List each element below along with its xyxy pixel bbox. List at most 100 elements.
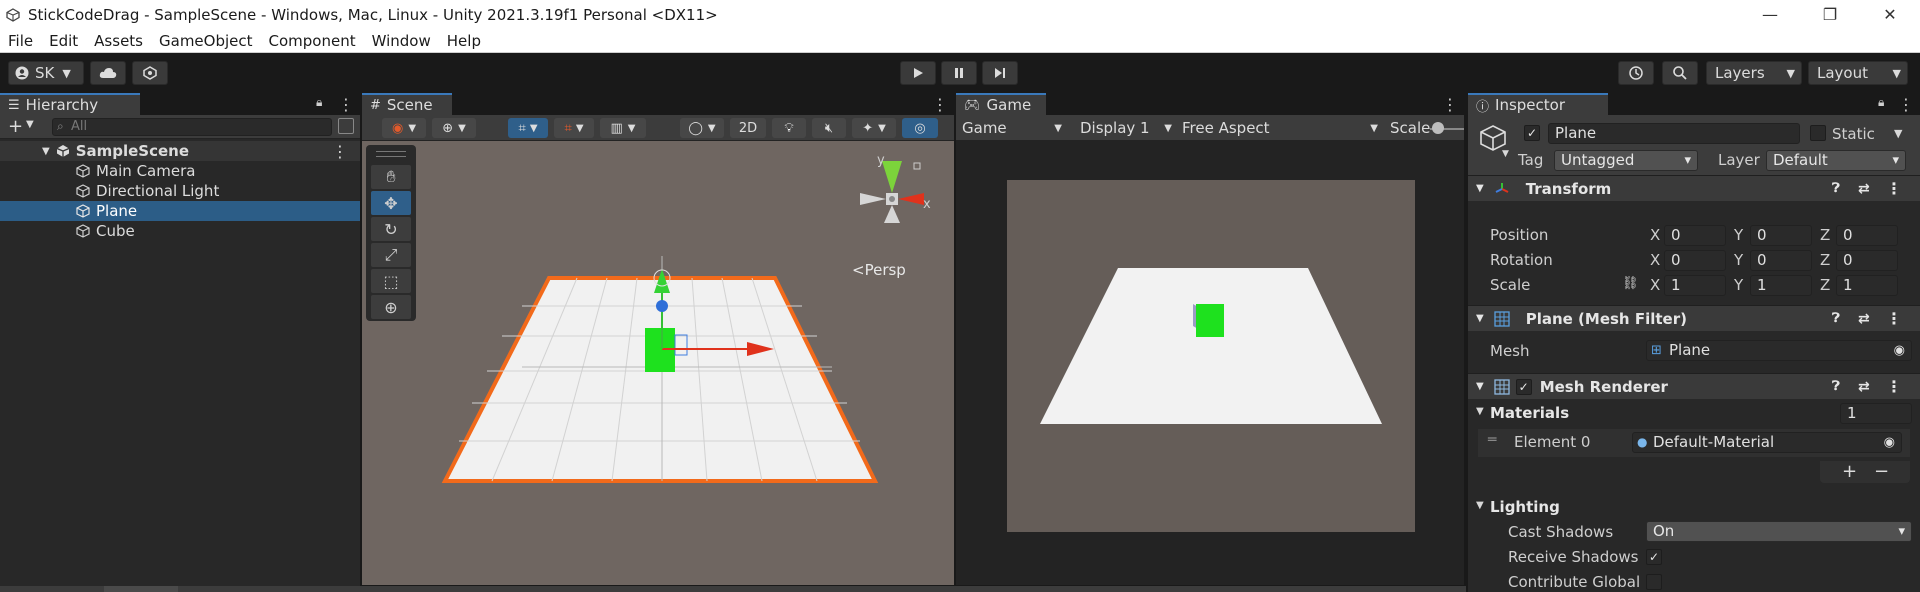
list-item[interactable]: Cube (0, 221, 360, 241)
grid-snap-toggle[interactable]: ⌗ ▼ (508, 118, 548, 138)
scene-search-icon[interactable] (338, 118, 354, 134)
preset-icon[interactable]: ⇄ (1858, 379, 1870, 395)
search-button[interactable] (1662, 61, 1698, 85)
audio-toggle[interactable]: 🔇︎ (812, 118, 846, 138)
pause-button[interactable] (941, 61, 977, 85)
materials-count-field[interactable]: 1 (1840, 403, 1912, 424)
list-item[interactable]: Main Camera (0, 161, 360, 181)
scale-tool-button[interactable]: ⤢ (371, 243, 411, 267)
object-name-field[interactable]: Plane (1548, 123, 1800, 144)
chevron-down-icon[interactable]: ▼ (1476, 381, 1484, 392)
chevron-down-icon[interactable]: ▼ (42, 146, 50, 157)
tab-hierarchy[interactable]: ☰ Hierarchy (0, 93, 140, 115)
menu-edit[interactable]: Edit (41, 32, 86, 50)
object-picker-icon[interactable]: ◉ (1884, 433, 1895, 452)
position-y-field[interactable]: 0 (1750, 225, 1812, 246)
link-scale-icon[interactable]: ⛓︎ (1622, 276, 1639, 291)
add-button[interactable]: + (8, 116, 23, 137)
lock-icon[interactable]: 🔒︎ (1878, 95, 1884, 110)
layers-dropdown[interactable]: Layers ▼ (1706, 61, 1802, 85)
more-menu-icon[interactable]: ⋮ (932, 93, 948, 115)
display-dropdown[interactable]: Display 1 ▼ (1076, 118, 1176, 138)
more-menu-icon[interactable]: ⋮ (1886, 377, 1902, 396)
list-item[interactable]: Directional Light (0, 181, 360, 201)
cloud-button[interactable] (90, 61, 126, 85)
chevron-down-icon[interactable]: ▼ (1894, 127, 1902, 140)
drag-handle-icon[interactable]: ═ (1488, 432, 1496, 448)
rect-tool-button[interactable]: ⬚ (371, 269, 411, 293)
close-button[interactable]: ✕ (1860, 0, 1920, 29)
hierarchy-scene-row[interactable]: ▼ SampleScene ⋮ (0, 141, 360, 161)
contribute-gi-checkbox[interactable] (1646, 574, 1662, 590)
receive-shadows-checkbox[interactable]: ✓ (1646, 549, 1662, 565)
more-menu-icon[interactable]: ⋮ (1898, 93, 1914, 115)
bottom-tab[interactable] (104, 586, 178, 592)
scale-x-field[interactable]: 1 (1664, 275, 1726, 296)
palette-handle[interactable] (376, 151, 406, 157)
increment-snap-dropdown[interactable]: ▥ ▼ (600, 118, 646, 138)
remove-element-button[interactable]: − (1874, 461, 1889, 482)
preset-icon[interactable]: ⇄ (1858, 311, 1870, 327)
collab-button[interactable] (132, 61, 168, 85)
chevron-down-icon[interactable]: ▼ (1476, 500, 1484, 511)
cast-shadows-dropdown[interactable]: On (1646, 521, 1912, 542)
chevron-down-icon[interactable]: ▼ (1476, 183, 1484, 194)
materials-row[interactable]: ▼ Materials 1 (1468, 403, 1920, 425)
tab-inspector[interactable]: ⓘ Inspector (1468, 93, 1608, 115)
more-menu-icon[interactable]: ⋮ (1442, 93, 1458, 115)
mesh-field[interactable]: ⊞ Plane ◉ (1646, 340, 1912, 361)
list-item-selected[interactable]: Plane (0, 201, 360, 221)
restore-button[interactable]: ❐ (1800, 0, 1860, 29)
transform-header[interactable]: ▼ Transform ❓︎ ⇄ ⋮ (1468, 175, 1920, 201)
orientation-gizmo[interactable] (842, 143, 942, 233)
scale-y-field[interactable]: 1 (1750, 275, 1812, 296)
aspect-dropdown[interactable]: Free Aspect ▼ (1178, 118, 1382, 138)
material-field[interactable]: ● Default-Material ◉ (1632, 432, 1902, 453)
mesh-filter-header[interactable]: ▼ Plane (Mesh Filter) ❓︎ ⇄ ⋮ (1468, 305, 1920, 331)
help-icon[interactable]: ❓︎ (1832, 181, 1840, 196)
menu-window[interactable]: Window (364, 32, 439, 50)
game-mode-dropdown[interactable]: Game ▼ (958, 118, 1066, 138)
layer-dropdown[interactable]: Default (1766, 150, 1906, 171)
search-input[interactable]: All (52, 118, 332, 136)
lighting-toggle[interactable]: 💡︎ (772, 118, 806, 138)
account-dropdown[interactable]: SK ▼ (8, 61, 84, 85)
global-local-dropdown[interactable]: ⊕ ▼ (432, 118, 476, 138)
more-menu-icon[interactable]: ⋮ (332, 142, 348, 161)
projection-label[interactable]: <Persp (852, 261, 906, 279)
scene-viewport[interactable]: ✋︎ ✥ ↻ ⤢ ⬚ ⊕ y x <Persp (362, 141, 954, 585)
draw-mode-dropdown[interactable]: ◉ ▼ (382, 118, 426, 138)
preset-icon[interactable]: ⇄ (1858, 181, 1870, 197)
position-z-field[interactable]: 0 (1836, 225, 1898, 246)
chevron-down-icon[interactable]: ▼ (26, 119, 34, 130)
more-menu-icon[interactable]: ⋮ (1886, 179, 1902, 198)
2d-toggle[interactable]: 2D (730, 118, 766, 138)
scene-visibility-toggle[interactable]: ◎ (902, 118, 938, 138)
hand-tool-button[interactable]: ✋︎ (371, 165, 411, 189)
mesh-renderer-enabled-checkbox[interactable]: ✓ (1515, 378, 1532, 395)
rotation-y-field[interactable]: 0 (1750, 250, 1812, 271)
tab-scene[interactable]: # Scene (362, 93, 452, 115)
chevron-down-icon[interactable]: ▼ (1502, 149, 1509, 159)
more-menu-icon[interactable]: ⋮ (338, 93, 354, 115)
minimize-button[interactable]: — (1740, 0, 1800, 29)
help-icon[interactable]: ❓︎ (1832, 379, 1840, 394)
rotation-x-field[interactable]: 0 (1664, 250, 1726, 271)
scale-z-field[interactable]: 1 (1836, 275, 1898, 296)
play-button[interactable] (900, 61, 936, 85)
menu-component[interactable]: Component (261, 32, 364, 50)
menu-file[interactable]: File (0, 32, 41, 50)
menu-gameobject[interactable]: GameObject (151, 32, 261, 50)
menu-assets[interactable]: Assets (86, 32, 151, 50)
transform-tool-button[interactable]: ⊕ (371, 295, 411, 319)
rotate-tool-button[interactable]: ↻ (371, 217, 411, 241)
mesh-renderer-header[interactable]: ▼ ✓ Mesh Renderer ❓︎ ⇄ ⋮ (1468, 373, 1920, 399)
shading-mode-dropdown[interactable]: ◯ ▼ (680, 118, 724, 138)
object-picker-icon[interactable]: ◉ (1894, 341, 1905, 360)
chevron-down-icon[interactable]: ▼ (1476, 406, 1484, 417)
grid-visibility-dropdown[interactable]: ⌗ ▼ (554, 118, 594, 138)
more-menu-icon[interactable]: ⋮ (1886, 309, 1902, 328)
help-icon[interactable]: ❓︎ (1832, 311, 1840, 326)
scale-slider-handle[interactable] (1432, 122, 1444, 134)
add-element-button[interactable]: + (1842, 461, 1857, 482)
